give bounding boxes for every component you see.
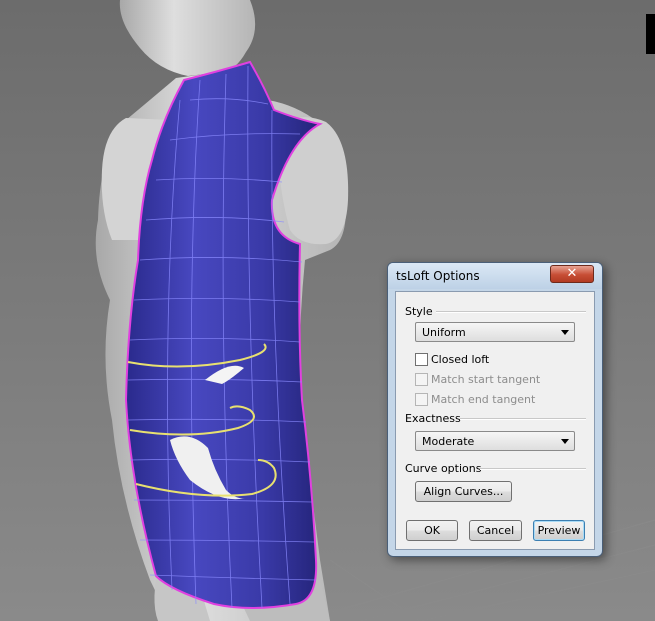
checkbox-box[interactable] xyxy=(415,373,428,386)
dialog-title: tsLoft Options xyxy=(396,269,480,283)
chevron-down-icon xyxy=(561,439,569,444)
style-dropdown-value: Uniform xyxy=(422,326,466,339)
preview-button[interactable]: Preview xyxy=(533,520,585,541)
checkbox-box[interactable] xyxy=(415,353,428,366)
exactness-group-divider xyxy=(460,418,586,420)
exactness-dropdown-value: Moderate xyxy=(422,435,475,448)
style-group-label: Style xyxy=(405,305,433,318)
match-end-tangent-label: Match end tangent xyxy=(431,393,536,406)
close-button[interactable]: ✕ xyxy=(550,265,594,283)
match-start-tangent-label: Match start tangent xyxy=(431,373,541,386)
viewport-corner-widget xyxy=(646,14,655,54)
style-dropdown[interactable]: Uniform xyxy=(415,322,575,342)
exactness-group-label: Exactness xyxy=(405,412,461,425)
checkbox-box[interactable] xyxy=(415,393,428,406)
ok-button[interactable]: OK xyxy=(406,520,458,541)
style-group-divider xyxy=(436,311,586,313)
dialog-client-area: Style Uniform Closed loft Match start ta… xyxy=(395,291,595,550)
closed-loft-label: Closed loft xyxy=(431,353,490,366)
curve-options-group-label: Curve options xyxy=(405,462,482,475)
align-curves-button[interactable]: Align Curves... xyxy=(415,481,512,502)
cancel-button[interactable]: Cancel xyxy=(469,520,522,541)
tsloft-options-dialog: tsLoft Options ✕ Style Uniform Closed lo… xyxy=(387,262,603,557)
chevron-down-icon xyxy=(561,330,569,335)
dialog-titlebar[interactable]: tsLoft Options ✕ xyxy=(388,263,602,289)
exactness-dropdown[interactable]: Moderate xyxy=(415,431,575,451)
close-icon: ✕ xyxy=(566,266,578,281)
curve-options-group-divider xyxy=(480,468,586,470)
